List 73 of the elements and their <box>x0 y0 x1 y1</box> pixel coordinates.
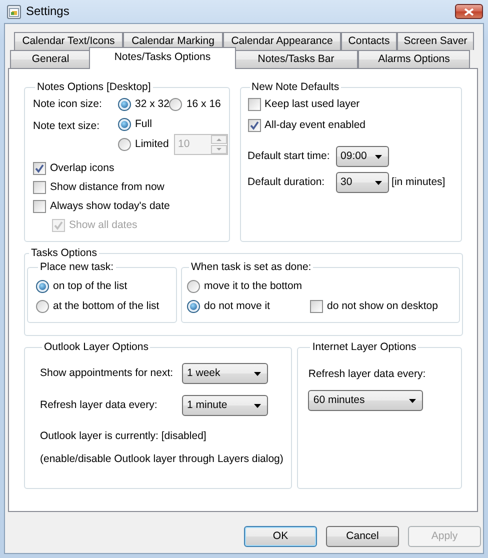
window-title: Settings <box>26 5 70 18</box>
caret-icon <box>254 404 261 408</box>
radio-label: move it to the bottom <box>204 280 302 293</box>
checkbox-label: do not show on desktop <box>327 300 438 313</box>
app-icon <box>7 4 21 18</box>
checkbox-label: Show all dates <box>69 219 138 232</box>
checkbox[interactable] <box>248 119 261 132</box>
checkbox-label: Always show today's date <box>50 200 170 213</box>
caret-icon <box>409 398 416 402</box>
radio-button[interactable] <box>36 300 49 313</box>
field-label: Refresh layer data every: <box>40 399 158 412</box>
field-label: Show appointments for next: <box>40 367 174 380</box>
tab[interactable]: Notes/Tasks Options <box>89 47 236 69</box>
checkbox-label: Overlap icons <box>50 162 114 175</box>
checkbox[interactable] <box>33 181 46 194</box>
group-title: New Note Defaults <box>250 81 340 94</box>
checkbox[interactable] <box>248 98 261 111</box>
field-label: Refresh layer data every: <box>308 368 427 381</box>
field-label: Default duration: <box>248 176 326 189</box>
tab[interactable]: Calendar Text/Icons <box>14 32 123 50</box>
field-label: Note icon size: <box>33 98 103 111</box>
field-label: Note text size: <box>33 120 101 134</box>
radio-label: Limited <box>135 138 169 151</box>
group-title: Place new task: <box>39 261 115 274</box>
checkmark-icon <box>54 221 63 230</box>
radio-button[interactable] <box>36 280 49 293</box>
group-title: Tasks Options <box>30 247 98 260</box>
dialog-button[interactable]: OK <box>244 526 317 547</box>
tab[interactable]: General <box>10 50 91 68</box>
tab[interactable]: Screen Saver <box>397 32 474 50</box>
checkbox[interactable] <box>310 300 323 313</box>
dropdown[interactable]: 60 minutes <box>308 390 424 411</box>
checkbox-label: Keep last used layer <box>264 98 360 111</box>
tab[interactable]: Calendar Appearance <box>223 32 341 50</box>
close-button[interactable] <box>455 4 483 19</box>
dropdown[interactable]: 09:00 <box>336 146 389 167</box>
close-icon <box>464 8 474 16</box>
dialog-button[interactable]: Cancel <box>326 526 399 547</box>
tab[interactable]: Alarms Options <box>358 50 470 68</box>
group-title: Internet Layer Options <box>311 341 418 354</box>
unit-label: [in minutes] <box>392 176 446 189</box>
radio-button[interactable] <box>187 300 200 313</box>
radio-label: at the bottom of the list <box>53 300 160 313</box>
dropdown[interactable]: 30 <box>336 172 389 193</box>
caret-icon <box>254 372 261 376</box>
radio-button[interactable] <box>118 98 131 111</box>
radio-button[interactable] <box>187 280 200 293</box>
checkmark-icon <box>35 164 44 173</box>
radio-label: 32 x 32 <box>135 98 170 111</box>
checkbox-label: Show distance from now <box>50 181 164 194</box>
checkbox[interactable] <box>33 162 46 175</box>
hint-text: (enable/disable Outlook layer through Layers dialog) <box>40 453 284 466</box>
group-title: When task is set as done: <box>190 261 312 274</box>
radio-button[interactable] <box>118 138 131 151</box>
checkbox[interactable] <box>33 200 46 213</box>
caret-icon <box>374 180 382 184</box>
radio-label: 16 x 16 <box>186 98 221 111</box>
checkmark-icon <box>250 121 259 130</box>
radio-label: on top of the list <box>53 280 128 293</box>
group-title: Outlook Layer Options <box>43 341 150 354</box>
radio-button[interactable] <box>118 118 131 131</box>
caret-icon <box>374 154 382 158</box>
radio-label: Full <box>135 118 152 131</box>
checkbox-label: All-day event enabled <box>264 119 366 132</box>
status-text: Outlook layer is currently: [disabled] <box>40 430 208 443</box>
dropdown[interactable]: 1 week <box>182 363 268 384</box>
field-label: Default start time: <box>248 150 331 163</box>
radio-label: do not move it <box>204 300 270 313</box>
tab[interactable]: Notes/Tasks Bar <box>234 50 358 68</box>
dropdown[interactable]: 1 minute <box>182 395 268 416</box>
group-title: Notes Options [Desktop] <box>36 81 152 94</box>
tab[interactable]: Contacts <box>341 32 397 50</box>
radio-button[interactable] <box>169 98 182 111</box>
